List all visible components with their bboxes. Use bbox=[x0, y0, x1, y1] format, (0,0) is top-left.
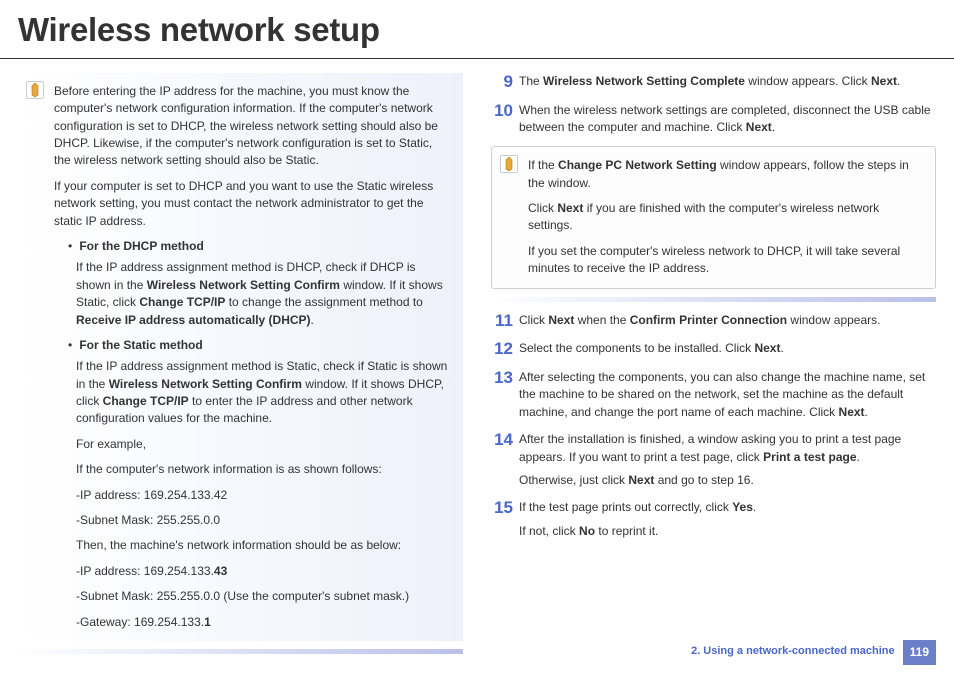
steps-upper: 9The Wireless Network Setting Complete w… bbox=[491, 73, 936, 136]
step-number: 12 bbox=[493, 340, 519, 359]
note-para: Click Next if you are finished with the … bbox=[528, 200, 923, 235]
content-columns: Before entering the IP address for the m… bbox=[0, 59, 954, 664]
gradient-divider bbox=[18, 649, 463, 654]
static-body: If the IP address assignment method is S… bbox=[76, 358, 451, 428]
note-para: If the Change PC Network Setting window … bbox=[528, 157, 923, 192]
info-note-right: If the Change PC Network Setting window … bbox=[491, 146, 936, 288]
page-number-badge: 119 bbox=[903, 640, 936, 665]
step-number: 10 bbox=[493, 102, 519, 121]
step-body: When the wireless network settings are c… bbox=[519, 102, 936, 137]
example-ip2: -IP address: 169.254.133.43 bbox=[76, 563, 451, 580]
example-line: If the computer's network information is… bbox=[76, 461, 451, 478]
page-footer: 2. Using a network-connected machine 119 bbox=[691, 640, 936, 665]
gradient-divider bbox=[491, 297, 936, 302]
bullet-head: For the Static method bbox=[79, 338, 202, 352]
example-label: For example, bbox=[76, 436, 451, 453]
right-column: 9The Wireless Network Setting Complete w… bbox=[491, 73, 936, 664]
step-11: 11Click Next when the Confirm Printer Co… bbox=[493, 312, 936, 331]
step-body: The Wireless Network Setting Complete wi… bbox=[519, 73, 936, 90]
page-title: Wireless network setup bbox=[0, 0, 954, 59]
step-14: 14After the installation is finished, a … bbox=[493, 431, 936, 489]
example-mask2: -Subnet Mask: 255.255.0.0 (Use the compu… bbox=[76, 588, 451, 605]
steps-lower: 11Click Next when the Confirm Printer Co… bbox=[491, 312, 936, 541]
step-body: If the test page prints out correctly, c… bbox=[519, 499, 936, 540]
step-body: After selecting the components, you can … bbox=[519, 369, 936, 421]
step-body: After the installation is finished, a wi… bbox=[519, 431, 936, 489]
footer-section: 2. Using a network-connected machine bbox=[691, 644, 895, 660]
left-column: Before entering the IP address for the m… bbox=[18, 73, 463, 664]
step-13: 13After selecting the components, you ca… bbox=[493, 369, 936, 421]
step-number: 13 bbox=[493, 369, 519, 388]
example-ip: -IP address: 169.254.133.42 bbox=[76, 487, 451, 504]
step-body: Click Next when the Confirm Printer Conn… bbox=[519, 312, 936, 329]
step-number: 11 bbox=[493, 312, 519, 331]
example-gateway: -Gateway: 169.254.133.1 bbox=[76, 614, 451, 631]
info-note-left: Before entering the IP address for the m… bbox=[18, 73, 463, 641]
step-15: 15If the test page prints out correctly,… bbox=[493, 499, 936, 540]
note-para: Before entering the IP address for the m… bbox=[54, 83, 451, 170]
pencil-icon bbox=[26, 81, 44, 99]
bullet-head: For the DHCP method bbox=[79, 239, 203, 253]
bullet-static: • For the Static method bbox=[68, 337, 451, 354]
step-12: 12Select the components to be installed.… bbox=[493, 340, 936, 359]
pencil-icon bbox=[500, 155, 518, 173]
example-then: Then, the machine's network information … bbox=[76, 537, 451, 554]
step-number: 9 bbox=[493, 73, 519, 92]
step-10: 10When the wireless network settings are… bbox=[493, 102, 936, 137]
dhcp-body: If the IP address assignment method is D… bbox=[76, 259, 451, 329]
note-para: If your computer is set to DHCP and you … bbox=[54, 178, 451, 230]
example-mask: -Subnet Mask: 255.255.0.0 bbox=[76, 512, 451, 529]
step-9: 9The Wireless Network Setting Complete w… bbox=[493, 73, 936, 92]
step-number: 14 bbox=[493, 431, 519, 450]
step-body: Select the components to be installed. C… bbox=[519, 340, 936, 357]
bullet-dhcp: • For the DHCP method bbox=[68, 238, 451, 255]
note-para: If you set the computer's wireless netwo… bbox=[528, 243, 923, 278]
step-number: 15 bbox=[493, 499, 519, 518]
